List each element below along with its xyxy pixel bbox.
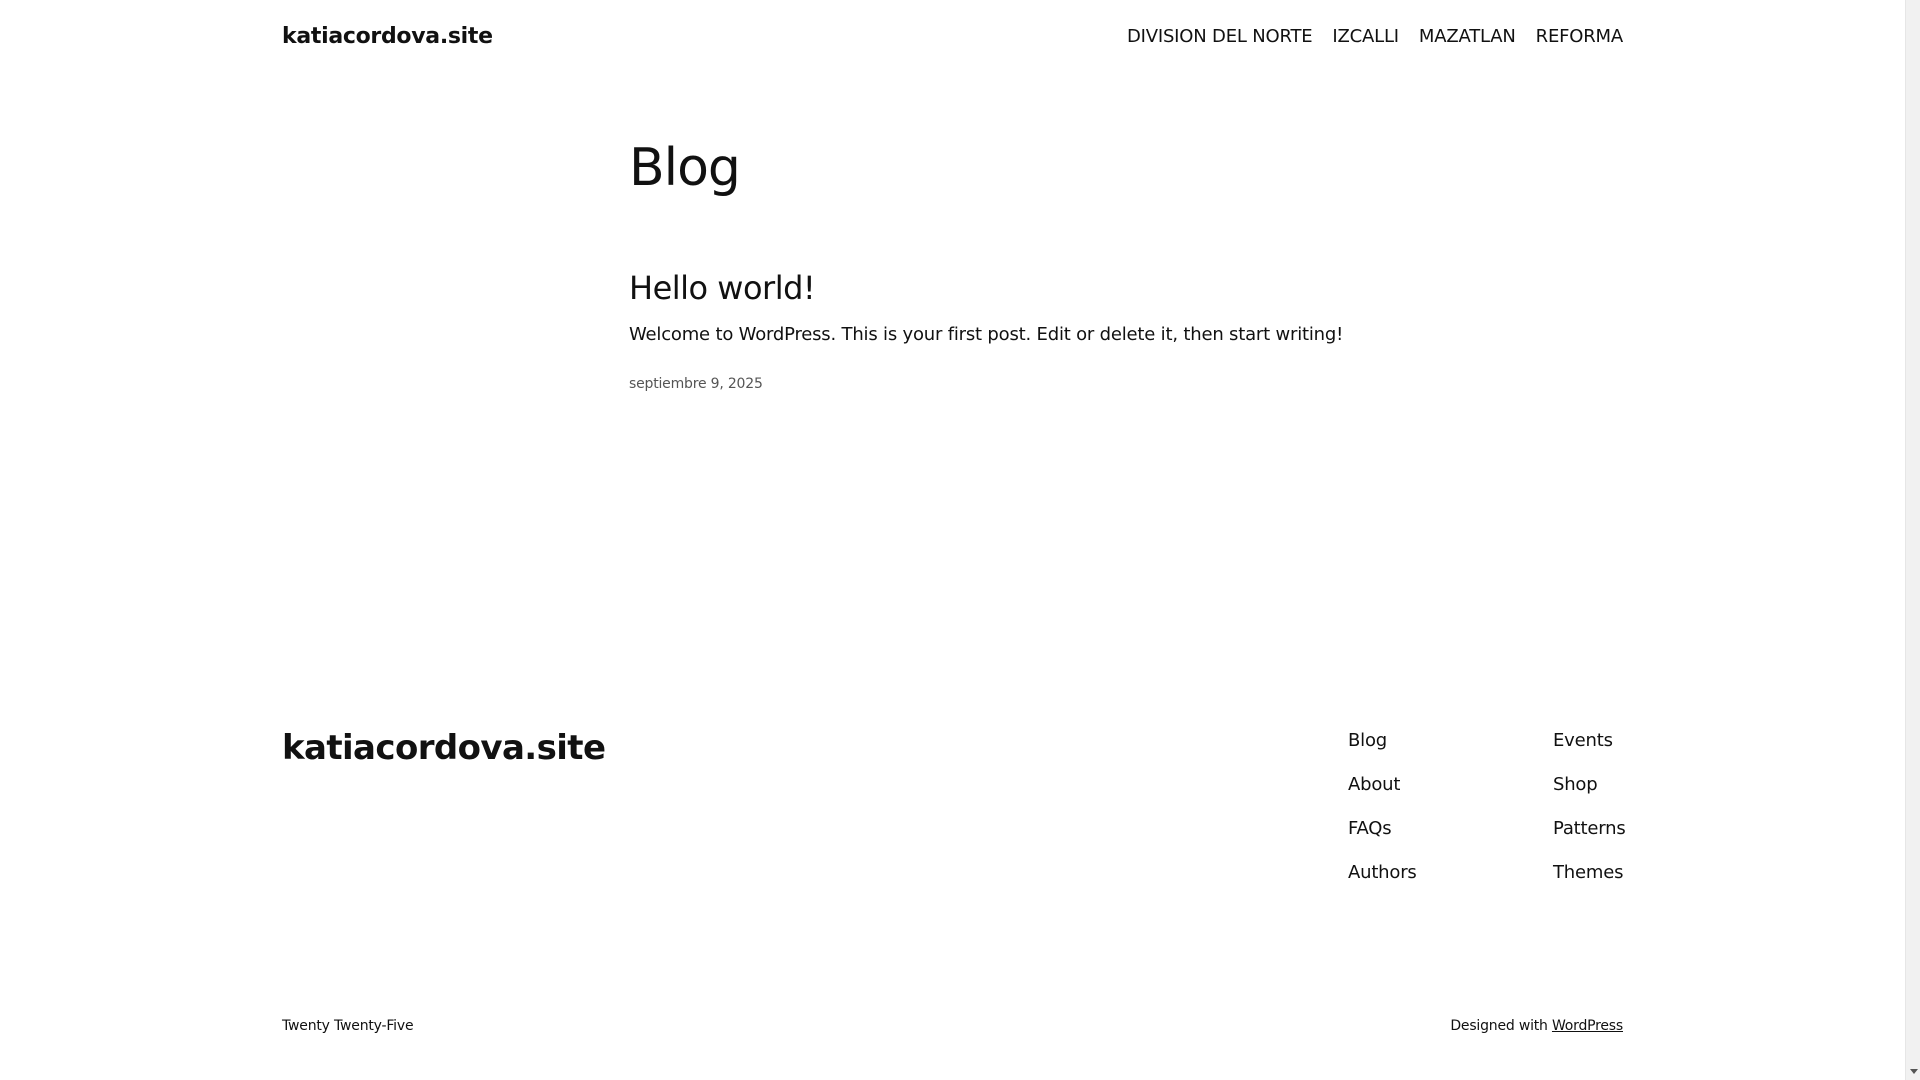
main-nav: DIVISION DEL NORTE IZCALLI MAZATLAN REFO… bbox=[1127, 26, 1623, 47]
theme-credit: Twenty Twenty-Five bbox=[282, 1018, 414, 1034]
site-header: katiacordova.site DIVISION DEL NORTE IZC… bbox=[282, 18, 1623, 54]
page: katiacordova.site DIVISION DEL NORTE IZC… bbox=[0, 0, 1905, 1080]
nav-item-reforma[interactable]: REFORMA bbox=[1536, 26, 1624, 47]
designed-with-label: Designed with bbox=[1450, 1018, 1552, 1034]
nav-item-izcalli[interactable]: IZCALLI bbox=[1332, 26, 1399, 47]
main-content: Blog Hello world! Welcome to WordPress. … bbox=[629, 132, 1344, 392]
vertical-scrollbar[interactable] bbox=[1905, 0, 1920, 1080]
footer-bottom: Twenty Twenty-Five Designed with WordPre… bbox=[282, 1018, 1623, 1034]
footer-nav-column-2: Events Shop Patterns Themes bbox=[1553, 728, 1626, 886]
footer-link-themes[interactable]: Themes bbox=[1553, 860, 1626, 886]
footer-nav-column-1: Blog About FAQs Authors bbox=[1348, 728, 1417, 886]
footer-link-blog[interactable]: Blog bbox=[1348, 728, 1417, 754]
wordpress-link[interactable]: WordPress bbox=[1552, 1018, 1623, 1034]
site-title-link[interactable]: katiacordova.site bbox=[282, 24, 493, 49]
nav-item-mazatlan[interactable]: MAZATLAN bbox=[1419, 26, 1516, 47]
designed-with: Designed with WordPress bbox=[1450, 1018, 1623, 1034]
post-title-link[interactable]: Hello world! bbox=[629, 269, 816, 307]
post-excerpt: Welcome to WordPress. This is your first… bbox=[629, 324, 1344, 345]
post-title: Hello world! bbox=[629, 268, 1329, 308]
footer-link-faqs[interactable]: FAQs bbox=[1348, 816, 1417, 842]
post-date: septiembre 9, 2025 bbox=[629, 376, 763, 392]
footer-link-shop[interactable]: Shop bbox=[1553, 772, 1626, 798]
footer-site-title-link[interactable]: katiacordova.site bbox=[282, 728, 606, 768]
footer-link-about[interactable]: About bbox=[1348, 772, 1417, 798]
nav-item-division-del-norte[interactable]: DIVISION DEL NORTE bbox=[1127, 26, 1313, 47]
page-title: Blog bbox=[629, 138, 741, 198]
post-item: Hello world! Welcome to WordPress. This … bbox=[629, 268, 1344, 392]
footer-link-patterns[interactable]: Patterns bbox=[1553, 816, 1626, 842]
footer-link-events[interactable]: Events bbox=[1553, 728, 1626, 754]
footer-link-authors[interactable]: Authors bbox=[1348, 860, 1417, 886]
chevron-down-icon[interactable] bbox=[1906, 1065, 1920, 1077]
